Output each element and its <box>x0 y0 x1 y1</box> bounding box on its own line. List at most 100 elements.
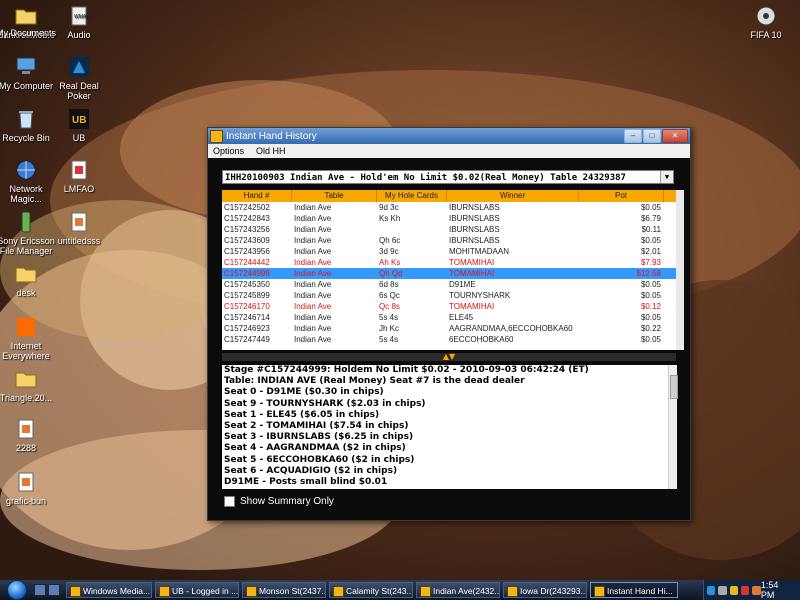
hands-table: Hand # Table My Hole Cards Winner Pot C1… <box>222 190 676 350</box>
desktop-icon-2288[interactable]: 2288 <box>0 417 58 453</box>
show-desktop-icon[interactable] <box>34 584 46 596</box>
cell-winner: AAGRANDMAA,6ECCOHOBKA60 <box>449 324 573 333</box>
cell-winner: TOMAMIHAI <box>449 269 495 278</box>
network-tray-icon[interactable] <box>707 585 716 595</box>
desktop-icon-triangle[interactable]: Triangle.20... <box>0 367 58 403</box>
desktop-icon-my-documents[interactable]: My Documents <box>0 26 58 38</box>
table-row[interactable]: C157245899 Indian Ave 6s Qc TOURNYSHARK $0.0… <box>222 290 676 301</box>
detail-line: Seat 5 - 6ECCOHOBKA60 ($2 in chips) <box>224 454 415 465</box>
taskbar-item-indian-ave[interactable]: Indian Ave(2432... <box>416 582 500 598</box>
cell-hand-number: C157246923 <box>224 324 270 333</box>
file-icon <box>67 158 91 182</box>
antivirus-tray-icon[interactable] <box>741 585 750 595</box>
cell-winner: IBURNSLABS <box>449 214 500 223</box>
switch-windows-icon[interactable] <box>48 584 60 596</box>
taskbar-item-iowa-dr[interactable]: Iowa Dr(243293... <box>503 582 587 598</box>
menu-options[interactable]: Options <box>213 146 244 156</box>
desktop-icon-lmfao[interactable]: LMFAO <box>47 158 111 194</box>
show-summary-only-option[interactable]: Show Summary Only <box>224 496 334 507</box>
audio-file-icon: WMA <box>67 4 91 28</box>
taskbar-item-windows-media[interactable]: Windows Media... <box>66 582 152 598</box>
cell-pot: $0.05 <box>640 236 661 245</box>
update-tray-icon[interactable] <box>752 585 761 595</box>
table-row[interactable]: C157244999 Indian Ave Qh Qd TOMAMIHAI $12.58 <box>222 268 676 279</box>
ub-tray-icon[interactable] <box>729 585 739 595</box>
desktop-icon-ub[interactable]: UB UB <box>47 107 111 143</box>
detail-line: Seat 4 - AAGRANDMAA ($2 in chips) <box>224 443 406 454</box>
table-row[interactable]: C157244442 Indian Ave Ah Ks TOMAMIHAI $7.93 <box>222 257 676 268</box>
close-button[interactable]: ✕ <box>662 129 688 143</box>
column-header-pot[interactable]: Pot <box>579 190 664 202</box>
app-icon <box>210 129 223 143</box>
cell-winner: IBURNSLABS <box>449 203 500 212</box>
scrollbar-thumb[interactable] <box>670 375 678 399</box>
table-row[interactable]: C157243256 Indian Ave IBURNSLABS $0.11 <box>222 224 676 235</box>
pane-splitter[interactable]: ▲▼ <box>222 353 676 361</box>
cell-winner: D91ME <box>449 280 476 289</box>
chevron-down-icon[interactable]: ▼ <box>660 171 673 183</box>
cell-winner: MOHITMADAAN <box>449 247 509 256</box>
desktop-icon-grafic-bun[interactable]: grafic-bun <box>0 470 58 506</box>
detail-line: Seat 3 - IBURNSLABS ($6.25 in chips) <box>224 432 414 443</box>
cell-table: Indian Ave <box>294 291 332 300</box>
svg-text:UB: UB <box>72 115 86 126</box>
table-row[interactable]: C157242502 Indian Ave 9d 3c IBURNSLABS $0.05 <box>222 202 676 213</box>
table-row[interactable]: C157245350 Indian Ave 6d 8s D91ME $0.05 <box>222 279 676 290</box>
recycle-bin-icon <box>14 107 38 131</box>
table-row[interactable]: C157242843 Indian Ave Ks Kh IBURNSLABS $6.79 <box>222 213 676 224</box>
desktop-icon-desk[interactable]: desk <box>0 262 58 298</box>
orange-app-icon <box>14 315 38 339</box>
maximize-button[interactable]: □ <box>643 129 661 143</box>
column-header-hand[interactable]: Hand # <box>222 190 292 202</box>
desktop-icon-untitledsss[interactable]: untitledsss <box>47 210 111 246</box>
show-summary-only-checkbox[interactable] <box>224 496 235 507</box>
table-row[interactable]: C157246923 Indian Ave Jh Kc AAGRANDMAA,6ECC… <box>222 323 676 334</box>
column-header-hole-cards[interactable]: My Hole Cards <box>377 190 447 202</box>
volume-tray-icon[interactable] <box>718 585 727 595</box>
taskbar-item-instant-hand-history[interactable]: Instant Hand Hi... <box>590 582 678 598</box>
image-file-icon <box>14 470 38 494</box>
clock[interactable]: 1:54 PM <box>761 580 792 600</box>
cell-winner: TOMAMIHAI <box>449 258 495 267</box>
menu-old-hh[interactable]: Old HH <box>256 146 286 156</box>
hand-history-select[interactable]: IHH20100903 Indian Ave - Hold'em No Limi… <box>222 170 674 184</box>
phone-icon <box>14 210 38 234</box>
taskbar-item-ub[interactable]: UB - Logged in ... <box>155 582 239 598</box>
minimize-button[interactable]: – <box>624 129 642 143</box>
table-row[interactable]: C157243609 Indian Ave Qh 6c IBURNSLABS $0.05 <box>222 235 676 246</box>
cell-winner: 6ECCOHOBKA60 <box>449 335 514 344</box>
hands-table-scrollbar[interactable] <box>676 190 684 350</box>
cell-pot: $6.79 <box>640 214 661 223</box>
detail-line: Seat 6 - ACQUADIGIO ($2 in chips) <box>224 465 398 476</box>
desktop-icon-real-deal-poker[interactable]: Real Deal Poker <box>47 55 111 101</box>
column-header-winner[interactable]: Winner <box>447 190 579 202</box>
cell-pot: $0.05 <box>640 335 661 344</box>
hands-table-body: C157242502 Indian Ave 9d 3c IBURNSLABS $0.05… <box>222 202 676 345</box>
column-header-table[interactable]: Table <box>292 190 377 202</box>
cell-hole-cards: Qh Qd <box>379 269 403 278</box>
cell-hand-number: C157246714 <box>224 313 270 322</box>
cell-hand-number: C157247449 <box>224 335 270 344</box>
cell-table: Indian Ave <box>294 280 332 289</box>
taskbar-item-monson-st[interactable]: Monson St(2437... <box>242 582 326 598</box>
taskbar-item-calamity-st[interactable]: Calamity St(243... <box>329 582 413 598</box>
window-client: IHH20100903 Indian Ave - Hold'em No Limi… <box>208 158 690 520</box>
cell-table: Indian Ave <box>294 269 332 278</box>
desktop-icon-internet-everywhere[interactable]: Internet Everywhere <box>0 315 58 361</box>
table-row[interactable]: C157247449 Indian Ave 5s 4s 6ECCOHOBKA60 $0.… <box>222 334 676 345</box>
hand-history-select-value: IHH20100903 Indian Ave - Hold'em No Limi… <box>225 173 626 183</box>
window-title: Instant Hand History <box>226 130 317 142</box>
detail-line: Stage #C157244999: Holdem No Limit $0.02… <box>224 365 589 375</box>
start-button[interactable] <box>0 580 34 600</box>
table-row[interactable]: C157243956 Indian Ave 3d 9c MOHITMADAAN $2.0… <box>222 246 676 257</box>
svg-text:WMA: WMA <box>74 14 87 20</box>
detail-line: Table: INDIAN AVE (Real Money) Seat #7 i… <box>224 376 525 387</box>
cell-table: Indian Ave <box>294 214 332 223</box>
window-titlebar[interactable]: Instant Hand History – □ ✕ <box>208 128 690 144</box>
cell-pot: $0.05 <box>640 291 661 300</box>
desktop-icon-fifa-10[interactable]: FIFA 10 <box>734 4 798 40</box>
hand-detail-scrollbar[interactable] <box>668 365 678 489</box>
cell-hand-number: C157243609 <box>224 236 270 245</box>
table-row[interactable]: C157246714 Indian Ave 5s 4s ELE45 $0.05 <box>222 312 676 323</box>
table-row[interactable]: C157246170 Indian Ave Qc 8s TOMAMIHAI $0.12 <box>222 301 676 312</box>
